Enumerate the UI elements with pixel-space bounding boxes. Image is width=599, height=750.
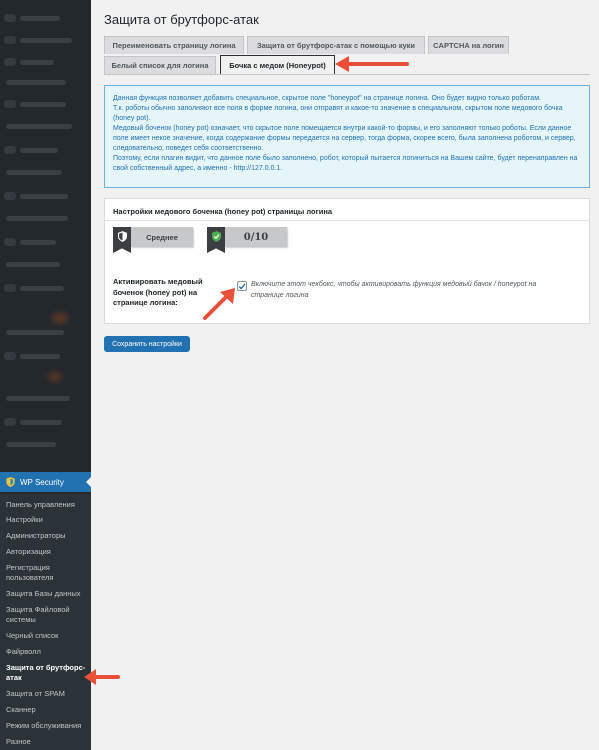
sidebar-item-dashboard[interactable]: Панель управления — [6, 500, 88, 510]
annotation-arrow-tab — [335, 56, 409, 72]
sidebar-item-database[interactable]: Защита Базы данных — [6, 589, 88, 599]
tab-honeypot[interactable]: Бочка с медом (Honeypot) — [220, 55, 335, 75]
sidebar-item-firewall[interactable]: Файрволл — [6, 647, 88, 657]
info-box: Данная функция позволяет добавить специа… — [104, 85, 590, 188]
sidebar-item-spam[interactable]: Защита от SPAM — [6, 689, 88, 699]
info-text-line: Данная функция позволяет добавить специа… — [113, 95, 541, 102]
blurred-menu — [0, 0, 91, 470]
sidebar-item-settings[interactable]: Настройки — [6, 515, 88, 525]
info-text-line: Медовый боченок (honey pot) означает, чт… — [113, 125, 576, 152]
page-title: Защита от брутфорс-атак — [104, 12, 259, 27]
info-text-line: Поэтому, если плагин видит, что данное п… — [113, 155, 578, 172]
info-text-line: Т.к. роботы обычно заполняют все поля в … — [113, 105, 563, 122]
tab-cookie-bruteforce[interactable]: Защита от брутфорс-атак с помощью куки — [247, 36, 425, 54]
main-content: Защита от брутфорс-атак Переименовать ст… — [91, 0, 599, 750]
tab-login-whitelist[interactable]: Белый список для логина — [104, 56, 216, 74]
sidebar-item-login[interactable]: Авторизация — [6, 547, 88, 557]
settings-panel: Настройки медового боченка (honey pot) с… — [104, 198, 590, 324]
admin-sidebar: WP Security Панель управления Настройки … — [0, 0, 91, 750]
security-level-badge: Среднее — [113, 227, 193, 253]
sidebar-item-admins[interactable]: Администраторы — [6, 531, 88, 541]
sidebar-item-maintenance[interactable]: Режим обслуживания — [6, 721, 88, 731]
sidebar-item-misc[interactable]: Разное — [6, 737, 88, 747]
sidebar-item-filesystem[interactable]: Защита Файловой системы — [6, 605, 88, 624]
tab-rename-login[interactable]: Переименовать страницу логина — [104, 36, 244, 54]
security-score-badge: 0/10 — [207, 227, 287, 253]
shield-icon — [6, 477, 15, 487]
sidebar-item-bruteforce[interactable]: Защита от брутфорс-атак — [6, 663, 88, 682]
shield-icon — [113, 227, 131, 253]
sidebar-item-wp-security[interactable]: WP Security — [0, 472, 91, 492]
save-settings-button[interactable]: Сохранить настройки — [104, 336, 190, 352]
annotation-arrow-checkbox — [203, 288, 235, 320]
sidebar-item-blacklist[interactable]: Черный список — [6, 631, 88, 641]
sidebar-item-scanner[interactable]: Сканнер — [6, 705, 88, 715]
sidebar-item-user-registration[interactable]: Регистрация пользователя — [6, 563, 88, 582]
panel-title: Настройки медового боченка (honey pot) с… — [105, 199, 589, 221]
checkbox-description: Включите этот чекбокс, чтобы активироват… — [251, 281, 537, 299]
security-level-label: Среднее — [131, 227, 193, 247]
shield-check-icon — [207, 227, 225, 253]
sidebar-plugin-label: WP Security — [20, 477, 64, 487]
tabs-divider — [104, 74, 590, 75]
tab-captcha[interactable]: CAPTCHA на логин — [428, 36, 509, 54]
sidebar-submenu: Панель управления Настройки Администрато… — [0, 494, 91, 750]
security-score-label: 0/10 — [225, 227, 287, 247]
